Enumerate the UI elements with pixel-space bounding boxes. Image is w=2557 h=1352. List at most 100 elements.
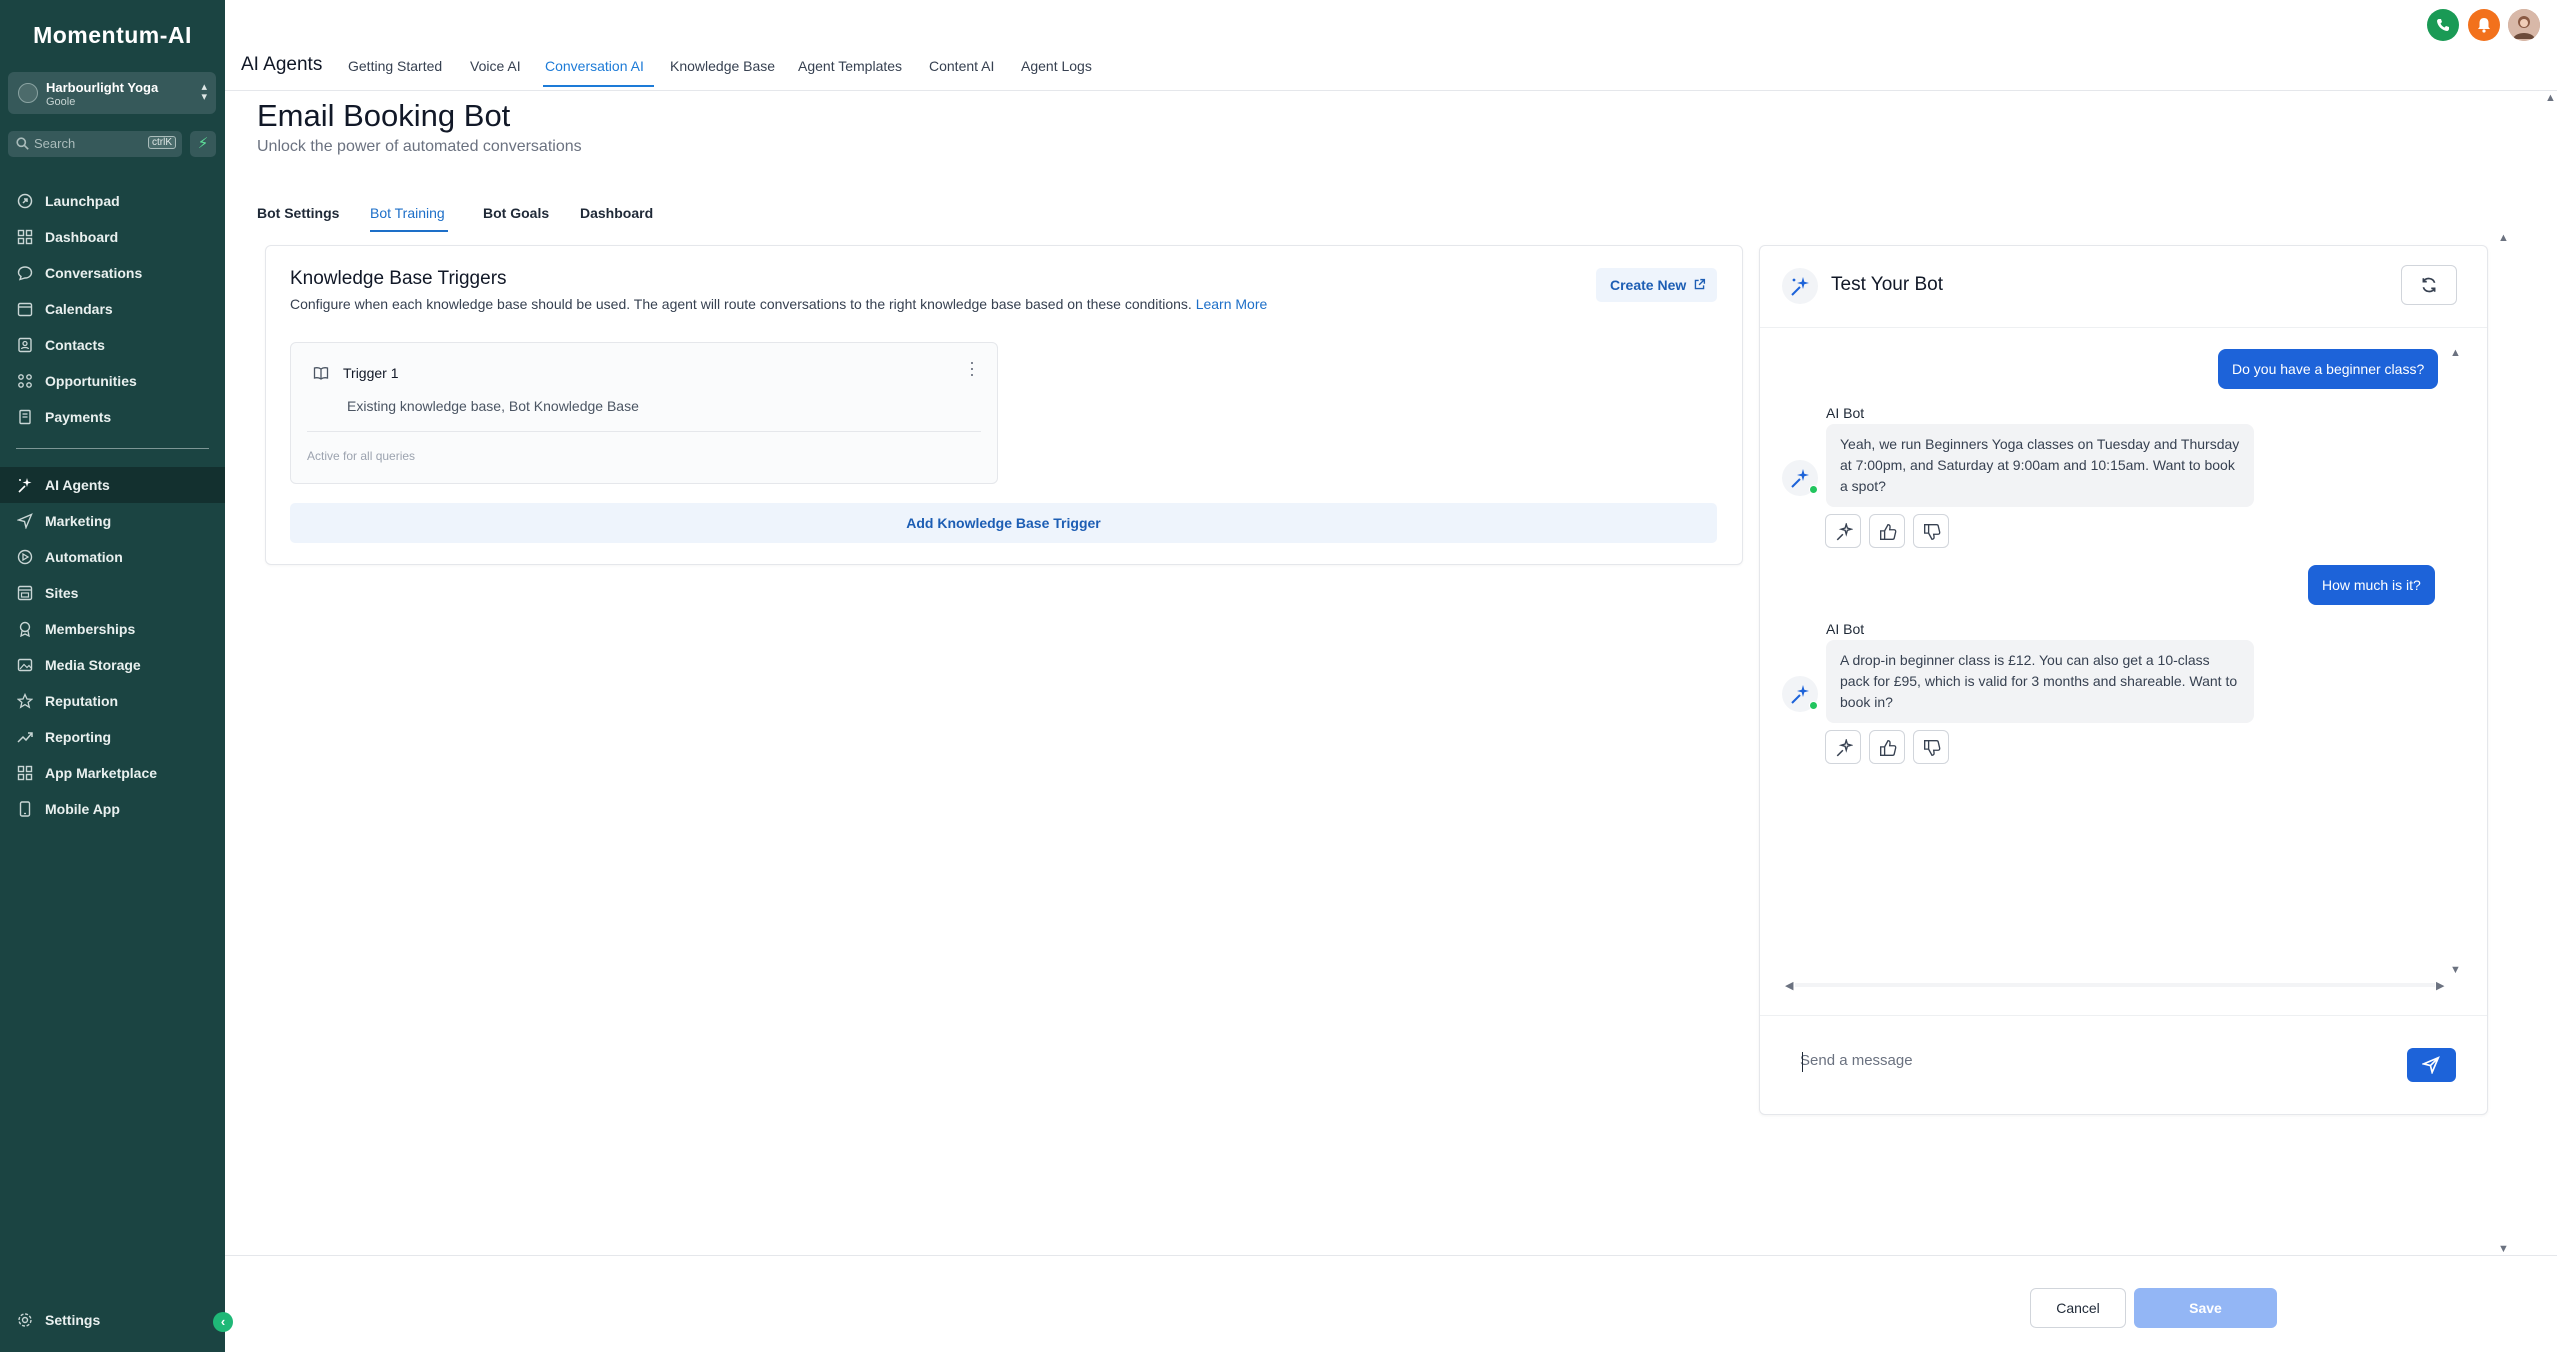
tab-dashboard[interactable]: Dashboard bbox=[580, 205, 653, 221]
sidebar-item-label: Launchpad bbox=[45, 193, 120, 209]
tab-content-ai[interactable]: Content AI bbox=[929, 58, 994, 74]
chat-horizontal-scrollbar[interactable] bbox=[1795, 983, 2435, 987]
thumbs-up-button[interactable] bbox=[1869, 730, 1905, 764]
bot-avatar bbox=[1782, 460, 1818, 496]
search-shortcut: ctrlK bbox=[148, 136, 176, 149]
sidebar-item-reputation[interactable]: Reputation bbox=[0, 683, 225, 719]
chat-scroll-right-icon[interactable]: ▶ bbox=[2436, 979, 2444, 992]
reset-chat-button[interactable] bbox=[2401, 265, 2457, 305]
online-status-dot bbox=[1809, 485, 1818, 494]
star-icon bbox=[17, 693, 33, 709]
tab-agent-logs[interactable]: Agent Logs bbox=[1021, 58, 1092, 74]
sidebar-item-conversations[interactable]: Conversations bbox=[0, 255, 225, 291]
trigger-detail: Existing knowledge base, Bot Knowledge B… bbox=[347, 398, 639, 414]
active-tab-indicator bbox=[543, 85, 654, 87]
search-icon bbox=[16, 137, 29, 150]
chat-scroll-down-icon[interactable]: ▼ bbox=[2450, 964, 2461, 976]
tab-bot-settings[interactable]: Bot Settings bbox=[257, 205, 339, 221]
location-avatar-icon bbox=[18, 83, 38, 103]
thumbs-up-icon bbox=[1880, 740, 1897, 756]
bot-label: AI Bot bbox=[1826, 405, 1865, 421]
page-scroll-up-icon[interactable]: ▲ bbox=[2498, 232, 2509, 244]
thumbs-down-button[interactable] bbox=[1913, 514, 1949, 548]
sparkle-action-button[interactable] bbox=[1825, 514, 1861, 548]
tab-getting-started[interactable]: Getting Started bbox=[348, 58, 442, 74]
thumbs-up-button[interactable] bbox=[1869, 514, 1905, 548]
sidebar-item-sites[interactable]: Sites bbox=[0, 575, 225, 611]
message-input[interactable]: Send a message bbox=[1800, 1052, 1913, 1069]
sidebar-item-contacts[interactable]: Contacts bbox=[0, 327, 225, 363]
sidebar-item-marketing[interactable]: Marketing bbox=[0, 503, 225, 539]
location-switcher[interactable]: Harbourlight Yoga Goole ▴ ▾ bbox=[8, 72, 216, 114]
tab-bot-training[interactable]: Bot Training bbox=[370, 205, 445, 221]
thumbs-down-icon bbox=[1924, 524, 1941, 540]
sidebar-divider bbox=[16, 448, 209, 449]
page-scroll-down-icon[interactable]: ▼ bbox=[2498, 1243, 2509, 1255]
sidebar-item-payments[interactable]: Payments bbox=[0, 399, 225, 435]
trigger-divider bbox=[307, 431, 981, 432]
bot-avatar bbox=[1782, 676, 1818, 712]
tab-conversation-ai[interactable]: Conversation AI bbox=[545, 58, 644, 74]
thumbs-down-button[interactable] bbox=[1913, 730, 1949, 764]
sparkle-icon bbox=[1791, 277, 1809, 296]
tab-bot-goals[interactable]: Bot Goals bbox=[483, 205, 549, 221]
quick-action-bolt-icon[interactable]: ⚡ bbox=[190, 131, 216, 157]
text-caret bbox=[1802, 1052, 1803, 1072]
sidebar-item-calendars[interactable]: Calendars bbox=[0, 291, 225, 327]
chat-icon bbox=[17, 266, 33, 281]
automation-icon bbox=[17, 549, 33, 565]
chat-scroll-up-icon[interactable]: ▲ bbox=[2450, 347, 2461, 359]
phone-button[interactable] bbox=[2427, 9, 2459, 41]
dashboard-icon bbox=[17, 229, 33, 245]
user-message: Do you have a beginner class? bbox=[2218, 349, 2439, 389]
user-avatar[interactable] bbox=[2508, 9, 2540, 41]
payments-icon bbox=[19, 409, 31, 425]
window-scroll-up-icon[interactable]: ▲ bbox=[2545, 92, 2556, 104]
sidebar-item-automation[interactable]: Automation bbox=[0, 539, 225, 575]
tab-agent-templates[interactable]: Agent Templates bbox=[798, 58, 902, 74]
create-new-button[interactable]: Create New bbox=[1596, 268, 1717, 302]
notifications-button[interactable] bbox=[2468, 9, 2500, 41]
sidebar-item-app-marketplace[interactable]: App Marketplace bbox=[0, 755, 225, 791]
bot-message: Yeah, we run Beginners Yoga classes on T… bbox=[1826, 424, 2254, 507]
sidebar-item-memberships[interactable]: Memberships bbox=[0, 611, 225, 647]
sidebar-item-media-storage[interactable]: Media Storage bbox=[0, 647, 225, 683]
sidebar-item-dashboard[interactable]: Dashboard bbox=[0, 219, 225, 255]
bot-message: A drop-in beginner class is £12. You can… bbox=[1826, 640, 2254, 723]
sidebar-item-label: Settings bbox=[45, 1312, 101, 1328]
tab-knowledge-base[interactable]: Knowledge Base bbox=[670, 58, 775, 74]
more-options-icon[interactable]: · · · bbox=[969, 353, 975, 383]
trigger-card[interactable]: Trigger 1 Existing knowledge base, Bot K… bbox=[290, 342, 998, 484]
top-bar: AI Agents Getting Started Voice AI Conve… bbox=[225, 0, 2557, 91]
sidebar-item-settings[interactable]: Settings bbox=[0, 1302, 225, 1338]
trigger-scope: Active for all queries bbox=[307, 449, 416, 463]
send-icon bbox=[2422, 1056, 2440, 1074]
sidebar-item-label: Conversations bbox=[45, 265, 143, 281]
sidebar-item-opportunities[interactable]: Opportunities bbox=[0, 363, 225, 399]
bot-label: AI Bot bbox=[1826, 621, 1865, 637]
active-subtab-indicator bbox=[370, 230, 448, 232]
sidebar-item-ai-agents[interactable]: AI Agents bbox=[0, 467, 225, 503]
sidebar-collapse-chevron-icon[interactable]: ‹ bbox=[213, 1312, 233, 1332]
save-button[interactable]: Save bbox=[2134, 1288, 2277, 1328]
sidebar-item-launchpad[interactable]: Launchpad bbox=[0, 183, 225, 219]
sparkle-icon bbox=[1836, 523, 1853, 541]
tab-voice-ai[interactable]: Voice AI bbox=[470, 58, 521, 74]
cancel-button[interactable]: Cancel bbox=[2030, 1288, 2126, 1328]
sidebar-item-reporting[interactable]: Reporting bbox=[0, 719, 225, 755]
sidebar-item-label: Media Storage bbox=[45, 657, 141, 673]
add-knowledge-base-trigger-button[interactable]: Add Knowledge Base Trigger bbox=[290, 503, 1717, 543]
send-button[interactable] bbox=[2407, 1048, 2456, 1082]
sparkle-action-button[interactable] bbox=[1825, 730, 1861, 764]
calendar-icon bbox=[17, 302, 33, 317]
sidebar-item-label: Sites bbox=[45, 585, 79, 601]
sidebar-item-label: Payments bbox=[45, 409, 112, 425]
sidebar-search[interactable]: Search ctrlK bbox=[8, 131, 182, 157]
app-logo: Momentum-AI bbox=[33, 22, 192, 48]
sidebar-item-mobile-app[interactable]: Mobile App bbox=[0, 791, 225, 827]
chat-scroll-left-icon[interactable]: ◀ bbox=[1785, 979, 1793, 992]
bell-icon bbox=[2478, 18, 2490, 33]
opportunities-icon bbox=[18, 374, 32, 388]
location-sub: Goole bbox=[46, 96, 76, 108]
learn-more-link[interactable]: Learn More bbox=[1196, 296, 1268, 312]
